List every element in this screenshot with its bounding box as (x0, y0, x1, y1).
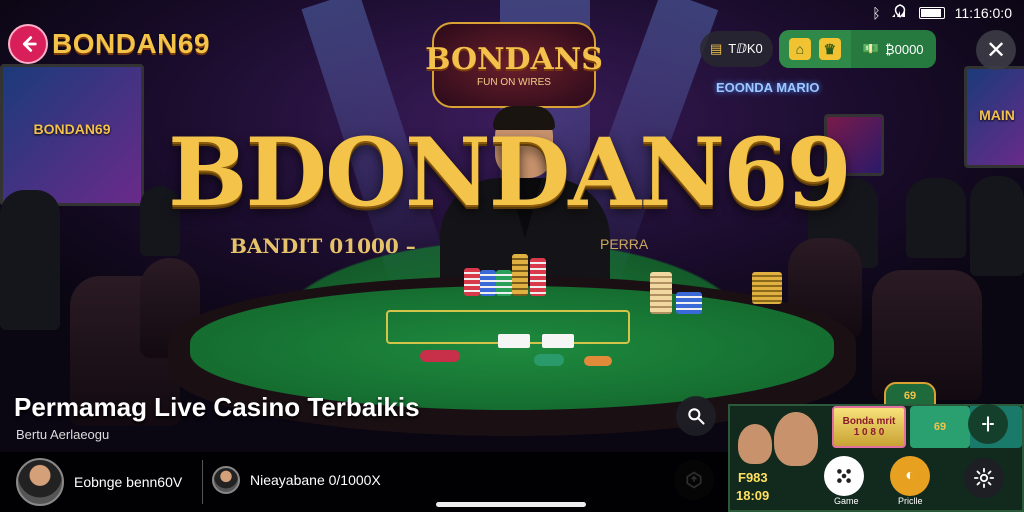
toolbar-pill[interactable]: ▤ TⅅK0 (700, 31, 773, 67)
coin-label: Priclle (898, 496, 923, 506)
close-icon: ✕ (985, 36, 1007, 64)
coin-button[interactable]: ◐ (890, 456, 930, 496)
playing-card (542, 334, 574, 348)
stream-subtitle: Bertu Aerlaeogu (16, 427, 110, 442)
coin-icon: ◐ (905, 467, 915, 484)
game-grid-button[interactable] (824, 456, 864, 496)
chip-stack (752, 272, 782, 304)
divider (202, 460, 203, 504)
player-silhouette (906, 178, 966, 258)
balance-value: ₿0000 (884, 41, 924, 57)
avatar (212, 466, 240, 494)
top-toolbar: ▤ TⅅK0 ⌂ ♛ 💵 ₿0000 (700, 30, 936, 68)
bluetooth-icon: ᛒ (872, 4, 881, 21)
chip-pile (420, 350, 460, 362)
tv-screen-left: BONDAN69 (0, 64, 144, 206)
mini-amount-top: F983 (738, 470, 768, 485)
tv-right-title: MAIN (979, 107, 1015, 124)
user-1-name: Eobnge benn60V (74, 474, 183, 490)
slider-icon (981, 416, 995, 432)
neon-sign: EOONDA MARIO (716, 80, 820, 95)
arrow-left-icon (22, 36, 37, 52)
toolbar-pill-label: TⅅK0 (728, 41, 763, 56)
mini-dealer-face (738, 424, 772, 464)
wallet-balance[interactable]: 💵 ₿0000 (850, 30, 936, 68)
emblem-title: BONDANS (425, 42, 603, 77)
player-silhouette (970, 176, 1024, 276)
grid-dots-icon (837, 469, 851, 483)
casino-emblem: BONDANS FUN ON WIRES (425, 22, 603, 108)
settings-button[interactable] (964, 458, 1004, 498)
back-button[interactable] (8, 24, 48, 64)
status-bar: ᛒ 11:16:0:0 (872, 4, 1012, 21)
green-tile-label: 69 (933, 421, 947, 433)
home-icon[interactable]: ⌂ (788, 38, 811, 60)
chip-stack (650, 272, 672, 314)
tv-screen-right: MAIN (964, 66, 1024, 168)
brand-logo-text: BONDAN69 (52, 28, 211, 59)
mini-slot-banner[interactable]: Bonda mrit 1 0 8 0 (832, 406, 906, 448)
toolbar-shortcuts: ⌂ ♛ (778, 30, 851, 68)
hero-logo-text: BDONDAN69 (168, 118, 852, 228)
chair (872, 270, 982, 400)
chip-stack (530, 258, 546, 296)
tv-left-title: BONDAN69 (33, 121, 111, 138)
slot-line-1: Bonda mrit (842, 416, 896, 427)
battery-icon (918, 6, 945, 19)
brand-header: BONDAN69 (8, 24, 210, 64)
chip-stack (512, 254, 528, 296)
wallet-icon: 💵 (862, 41, 879, 56)
user-2-name: Nieayabane 0/1000X (250, 472, 381, 488)
viewer-user-2[interactable]: Nieayabane 0/1000X (212, 466, 381, 494)
chip-stack (480, 270, 496, 296)
close-button[interactable]: ✕ (976, 30, 1016, 70)
stream-title: Permamag Live Casino Terbaikis (14, 392, 420, 422)
mini-dealer-face (774, 412, 818, 466)
search-button[interactable] (676, 396, 716, 436)
chip-stack (676, 292, 702, 314)
gear-icon (973, 467, 995, 489)
status-time: 11:16:0:0 (954, 4, 1012, 21)
chip-stack (496, 270, 512, 296)
slot-line-2: 1 0 8 0 (853, 427, 885, 438)
signal-icon (891, 4, 909, 21)
player-silhouette (0, 190, 60, 330)
avatar (16, 458, 64, 506)
volume-button[interactable] (968, 404, 1008, 444)
playing-card (498, 334, 530, 348)
grid-label: Game (834, 496, 859, 506)
ticket-icon: ▤ (710, 41, 723, 56)
crown-icon[interactable]: ♛ (818, 38, 841, 60)
search-icon (688, 408, 705, 425)
viewer-user-1[interactable]: Eobnge benn60V (16, 458, 182, 506)
mini-green-tile[interactable]: 69 (910, 406, 970, 448)
hero-subline: BANDIT 01000 – (230, 234, 416, 258)
home-indicator[interactable] (436, 502, 586, 507)
chip-pile (584, 356, 612, 366)
mini-amount-bottom: 18:09 (736, 488, 770, 503)
hero-subline-right: PERRA (600, 236, 649, 252)
emblem-subtitle: FUN ON WIRES (477, 77, 551, 88)
chip-stack (464, 268, 480, 296)
chip-pile (534, 354, 564, 366)
